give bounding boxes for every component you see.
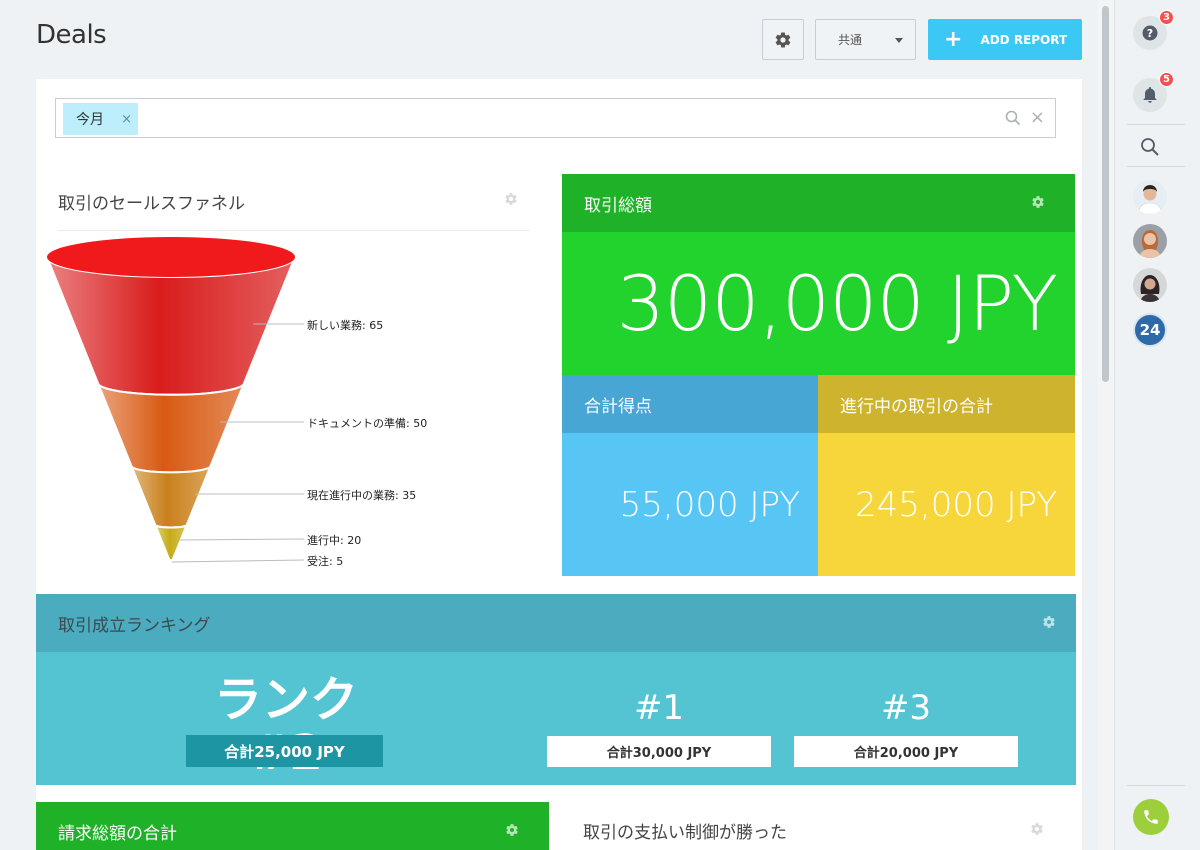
invoice-total-title: 請求総額の合計 xyxy=(58,823,177,844)
gear-icon[interactable] xyxy=(1031,195,1045,209)
sales-funnel-widget: 取引のセールスファネル 新しい業務: 65 ドキュメントの準備: 50 現在進行中の… xyxy=(36,174,546,574)
avatar[interactable] xyxy=(1133,268,1167,302)
clear-icon[interactable]: × xyxy=(1030,109,1045,127)
remove-tag-icon[interactable]: × xyxy=(121,112,132,127)
search-button[interactable] xyxy=(1140,137,1160,161)
in-progress-title: 進行中の取引の合計 xyxy=(840,396,993,417)
in-progress-total-widget: 進行中の取引の合計 245,000 JPY xyxy=(818,375,1075,576)
chevron-down-icon xyxy=(895,38,903,43)
tile-header: 請求総額の合計 xyxy=(36,802,549,850)
total-score-title: 合計得点 xyxy=(584,396,652,417)
divider xyxy=(1127,166,1185,167)
invoice-total-widget: 請求総額の合計 xyxy=(36,802,549,850)
total-amount-widget: 取引総額 300,000 JPY xyxy=(562,174,1075,375)
funnel-chart xyxy=(46,237,305,567)
help-button[interactable]: ? 3 xyxy=(1133,10,1174,50)
gear-icon xyxy=(775,31,791,48)
right-panel: ? 3 5 24 xyxy=(1114,0,1200,850)
page-title: Deals xyxy=(36,20,107,50)
funnel-segment xyxy=(96,382,246,474)
avatar[interactable] xyxy=(1133,224,1167,258)
tile-header: 進行中の取引の合計 xyxy=(818,375,1075,433)
funnel-top xyxy=(47,237,295,277)
help-badge: 3 xyxy=(1159,10,1174,25)
scrollbar[interactable] xyxy=(1098,0,1114,850)
rank-3-total: 合計20,000 JPY xyxy=(794,736,1018,767)
gear-icon[interactable] xyxy=(505,823,519,837)
payment-control-title: 取引の支払い制御が勝った xyxy=(583,823,787,843)
notifications-badge: 5 xyxy=(1159,72,1174,87)
deal-ranking-widget: 取引成立ランキング ランク#2 合計25,000 JPY #1 合計30,000… xyxy=(36,594,1076,785)
plus-icon: + xyxy=(944,26,963,52)
ranking-title: 取引成立ランキング xyxy=(58,615,211,636)
avatar[interactable] xyxy=(1133,180,1167,214)
user-avatar-icon xyxy=(1133,224,1167,258)
funnel-stage-label: ドキュメントの準備: 50 xyxy=(307,417,428,430)
funnel-segment xyxy=(130,465,212,529)
total-amount-value: 300,000 JPY xyxy=(562,232,1075,375)
rank-1: #1 xyxy=(633,688,685,728)
filter-bar[interactable]: 今月 × × xyxy=(55,98,1056,138)
user-avatar-icon xyxy=(1133,268,1167,302)
divider xyxy=(1127,785,1185,786)
settings-button[interactable] xyxy=(762,19,804,60)
in-progress-value: 245,000 JPY xyxy=(818,433,1075,576)
tile-header: 取引成立ランキング xyxy=(36,594,1076,652)
tile-header: 取引総額 xyxy=(562,174,1075,232)
funnel-connector xyxy=(171,559,305,563)
user-avatar-icon xyxy=(1133,180,1167,214)
add-report-button[interactable]: + ADD REPORT xyxy=(928,19,1082,60)
payment-control-widget: 取引の支払い制御が勝った xyxy=(562,802,1075,850)
rank-3: #3 xyxy=(880,688,932,728)
dashboard-content: 今月 × × 取引のセールスファネル 新しい業務: 65 ドキュメントの準備: 5… xyxy=(36,79,1082,850)
funnel-stage-label: 進行中: 20 xyxy=(307,534,362,547)
rank-1-total: 合計30,000 JPY xyxy=(547,736,771,767)
gear-icon[interactable] xyxy=(1042,615,1056,629)
divider xyxy=(1127,124,1185,125)
preset-select[interactable]: 共通 xyxy=(815,19,916,60)
tile-header: 合計得点 xyxy=(562,375,818,433)
funnel-connector xyxy=(179,538,305,541)
add-report-label: ADD REPORT xyxy=(980,32,1068,47)
search-icon[interactable] xyxy=(1005,110,1021,126)
preset-label: 共通 xyxy=(838,33,863,47)
total-score-value: 55,000 JPY xyxy=(562,433,818,576)
help-icon: ? xyxy=(1142,25,1158,41)
avatar-24[interactable]: 24 xyxy=(1133,313,1167,347)
phone-icon xyxy=(1144,810,1158,824)
funnel-segment xyxy=(154,524,188,562)
call-button[interactable] xyxy=(1133,799,1169,835)
funnel-stage-label: 現在進行中の業務: 35 xyxy=(307,489,417,502)
search-icon xyxy=(1141,138,1159,156)
gear-icon[interactable] xyxy=(1030,822,1044,836)
notifications-button[interactable]: 5 xyxy=(1133,72,1174,112)
filter-tag-label: 今月 xyxy=(76,112,104,128)
main-rank-total: 合計25,000 JPY xyxy=(186,735,383,767)
total-score-widget: 合計得点 55,000 JPY xyxy=(562,375,818,576)
funnel-stage-label: 受注: 5 xyxy=(307,555,344,568)
svg-text:?: ? xyxy=(1147,27,1153,40)
filter-tag[interactable]: 今月 × xyxy=(63,103,138,135)
funnel-stage-label: 新しい業務: 65 xyxy=(307,319,384,332)
scrollbar-thumb[interactable] xyxy=(1102,6,1109,382)
funnel-segment xyxy=(46,256,296,396)
bell-icon xyxy=(1143,87,1157,103)
ranking-body: ランク#2 合計25,000 JPY #1 合計30,000 JPY #3 合計… xyxy=(36,652,1076,785)
total-amount-title: 取引総額 xyxy=(584,195,652,216)
